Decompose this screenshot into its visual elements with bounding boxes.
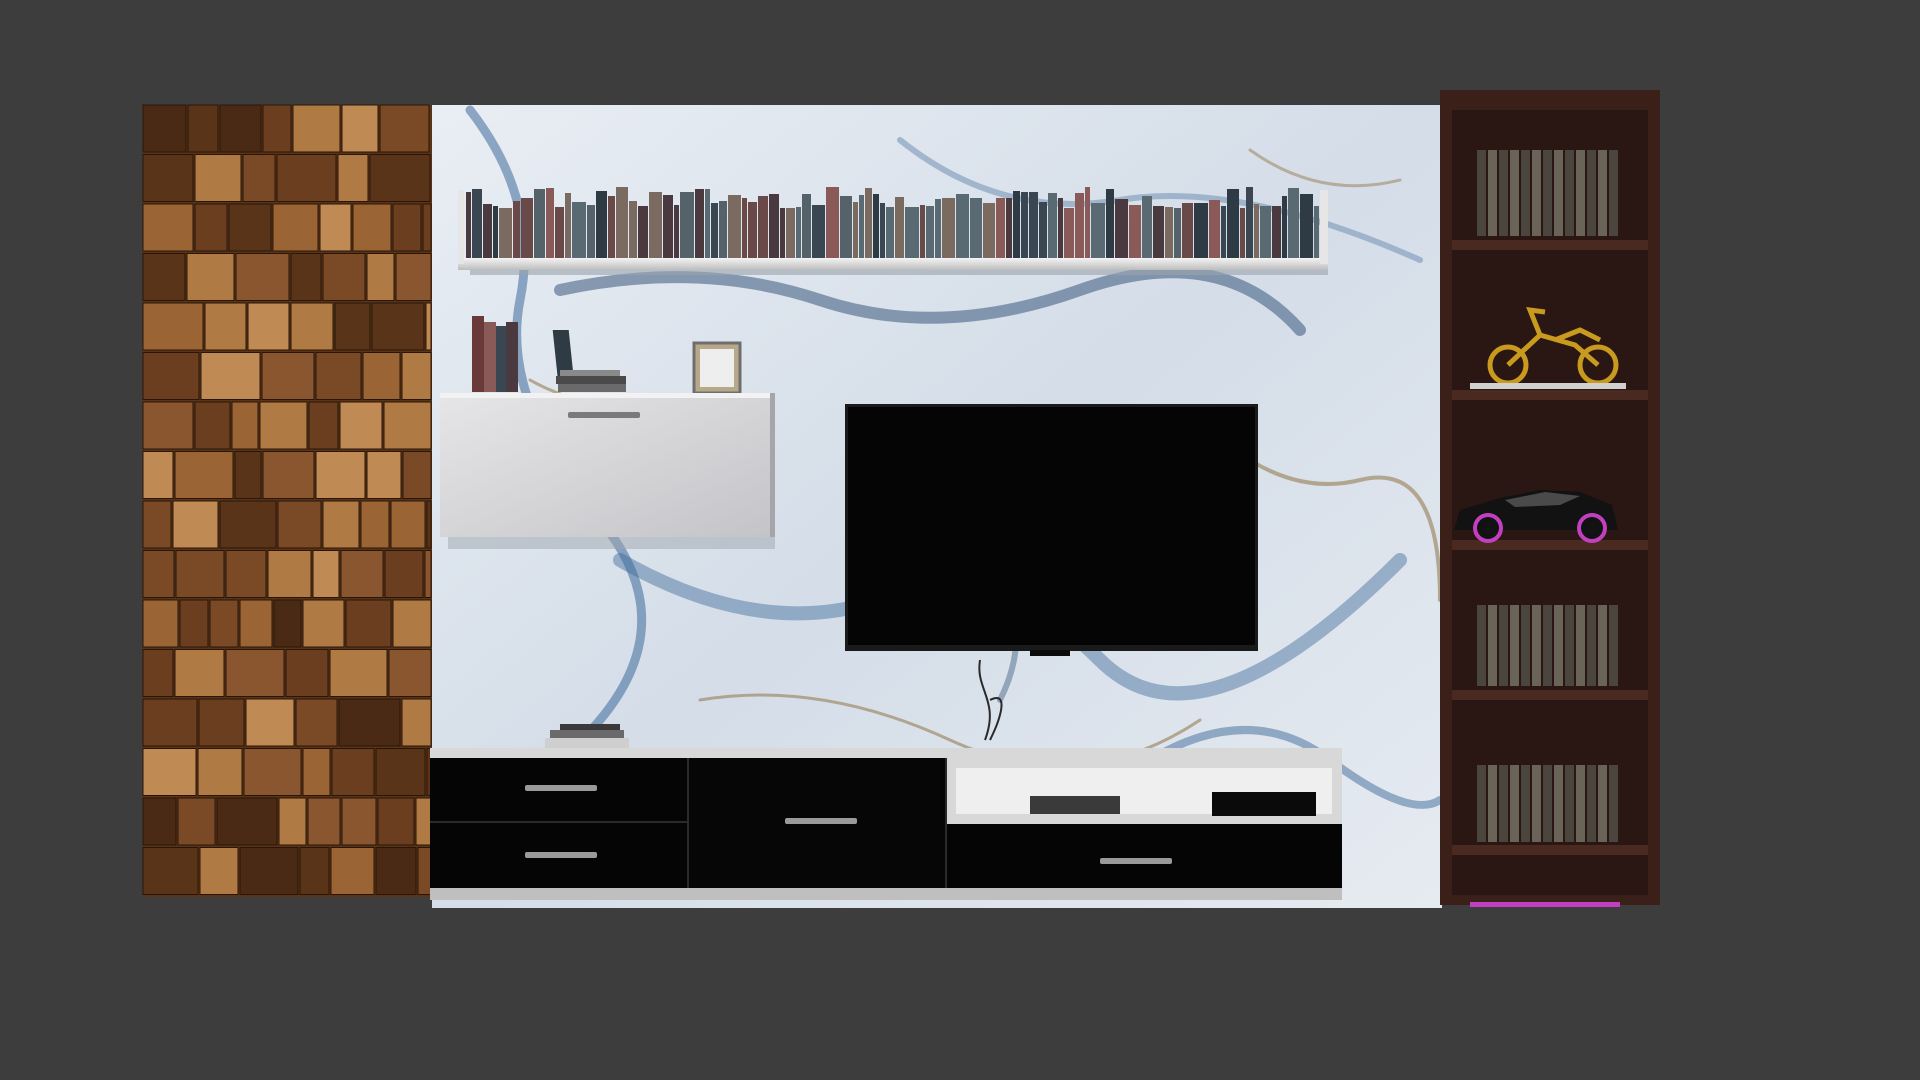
scene-render	[142, 90, 1660, 908]
tv-console	[430, 724, 1342, 900]
viewport	[0, 0, 1920, 1080]
bookcase	[1440, 90, 1660, 907]
wood-block-panel	[142, 104, 433, 897]
